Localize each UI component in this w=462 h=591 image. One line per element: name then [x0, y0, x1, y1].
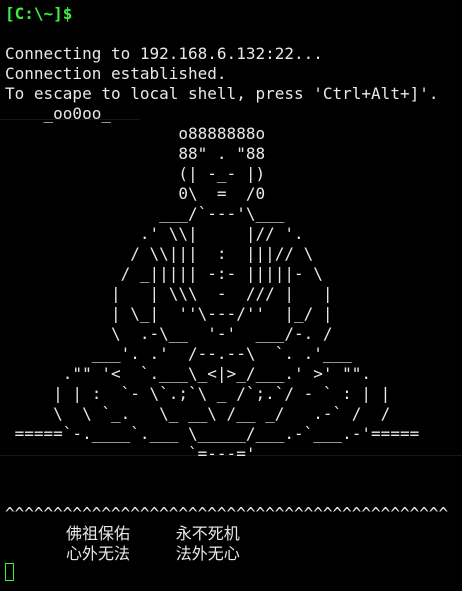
connecting-message: Connecting to 192.168.6.132:22... [5, 44, 323, 63]
banner-line: | \_| ''\---/'' |_/ | [5, 304, 333, 323]
banner-line: .' \\| |// '. [5, 224, 304, 243]
banner-line: (| -_- |) [5, 164, 266, 183]
banner-line: \ .-\__ '-' ___/-. / [5, 324, 333, 343]
banner-line: _oo0oo_ [5, 104, 111, 123]
shell-prompt: [C:\~]$ [5, 4, 73, 23]
terminal-cursor [5, 563, 14, 581]
banner-line: `=---=' [5, 444, 256, 463]
escape-hint-message: To escape to local shell, press 'Ctrl+Al… [5, 84, 439, 103]
banner-line: / _||||| -:- |||||- \ [5, 264, 323, 283]
buddha-ascii-banner: _oo0oo_ o8888888o 88" . "88 (| -_- |) 0\… [5, 104, 462, 464]
banner-line: ___/`---'\___ [5, 204, 285, 223]
banner-line: | | : `- \`.;`\ _ /`;.`/ - ` : | | [5, 384, 391, 403]
banner-line: 0\ = /0 [5, 184, 266, 203]
connection-established-message: Connection established. [5, 64, 227, 83]
blessing-line-1: 佛祖保佑 永不死机 [5, 524, 240, 543]
banner-line: ___'. .' /--.--\ `. .'___ [5, 344, 352, 363]
terminal-output[interactable]: [C:\~]$ Connecting to 192.168.6.132:22..… [5, 4, 462, 564]
banner-line: / \\||| : |||// \ [5, 244, 314, 263]
banner-line: \ \ `_. \_ __\ /__ _/ .-` / / [5, 404, 391, 423]
banner-line: ."" '< `.___\_<|>_/___.' >' "". [5, 364, 372, 383]
banner-line: 88" . "88 [5, 144, 266, 163]
banner-line: =====`-.____`.___ \_____/___.-`___.-'===… [5, 424, 420, 443]
blessing-line-2: 心外无法 法外无心 [5, 544, 240, 563]
banner-line: o8888888o [5, 124, 266, 143]
banner-line: | | \\\ - /// | | [5, 284, 333, 303]
caret-separator: ^^^^^^^^^^^^^^^^^^^^^^^^^^^^^^^^^^^^^^^^… [5, 504, 449, 523]
